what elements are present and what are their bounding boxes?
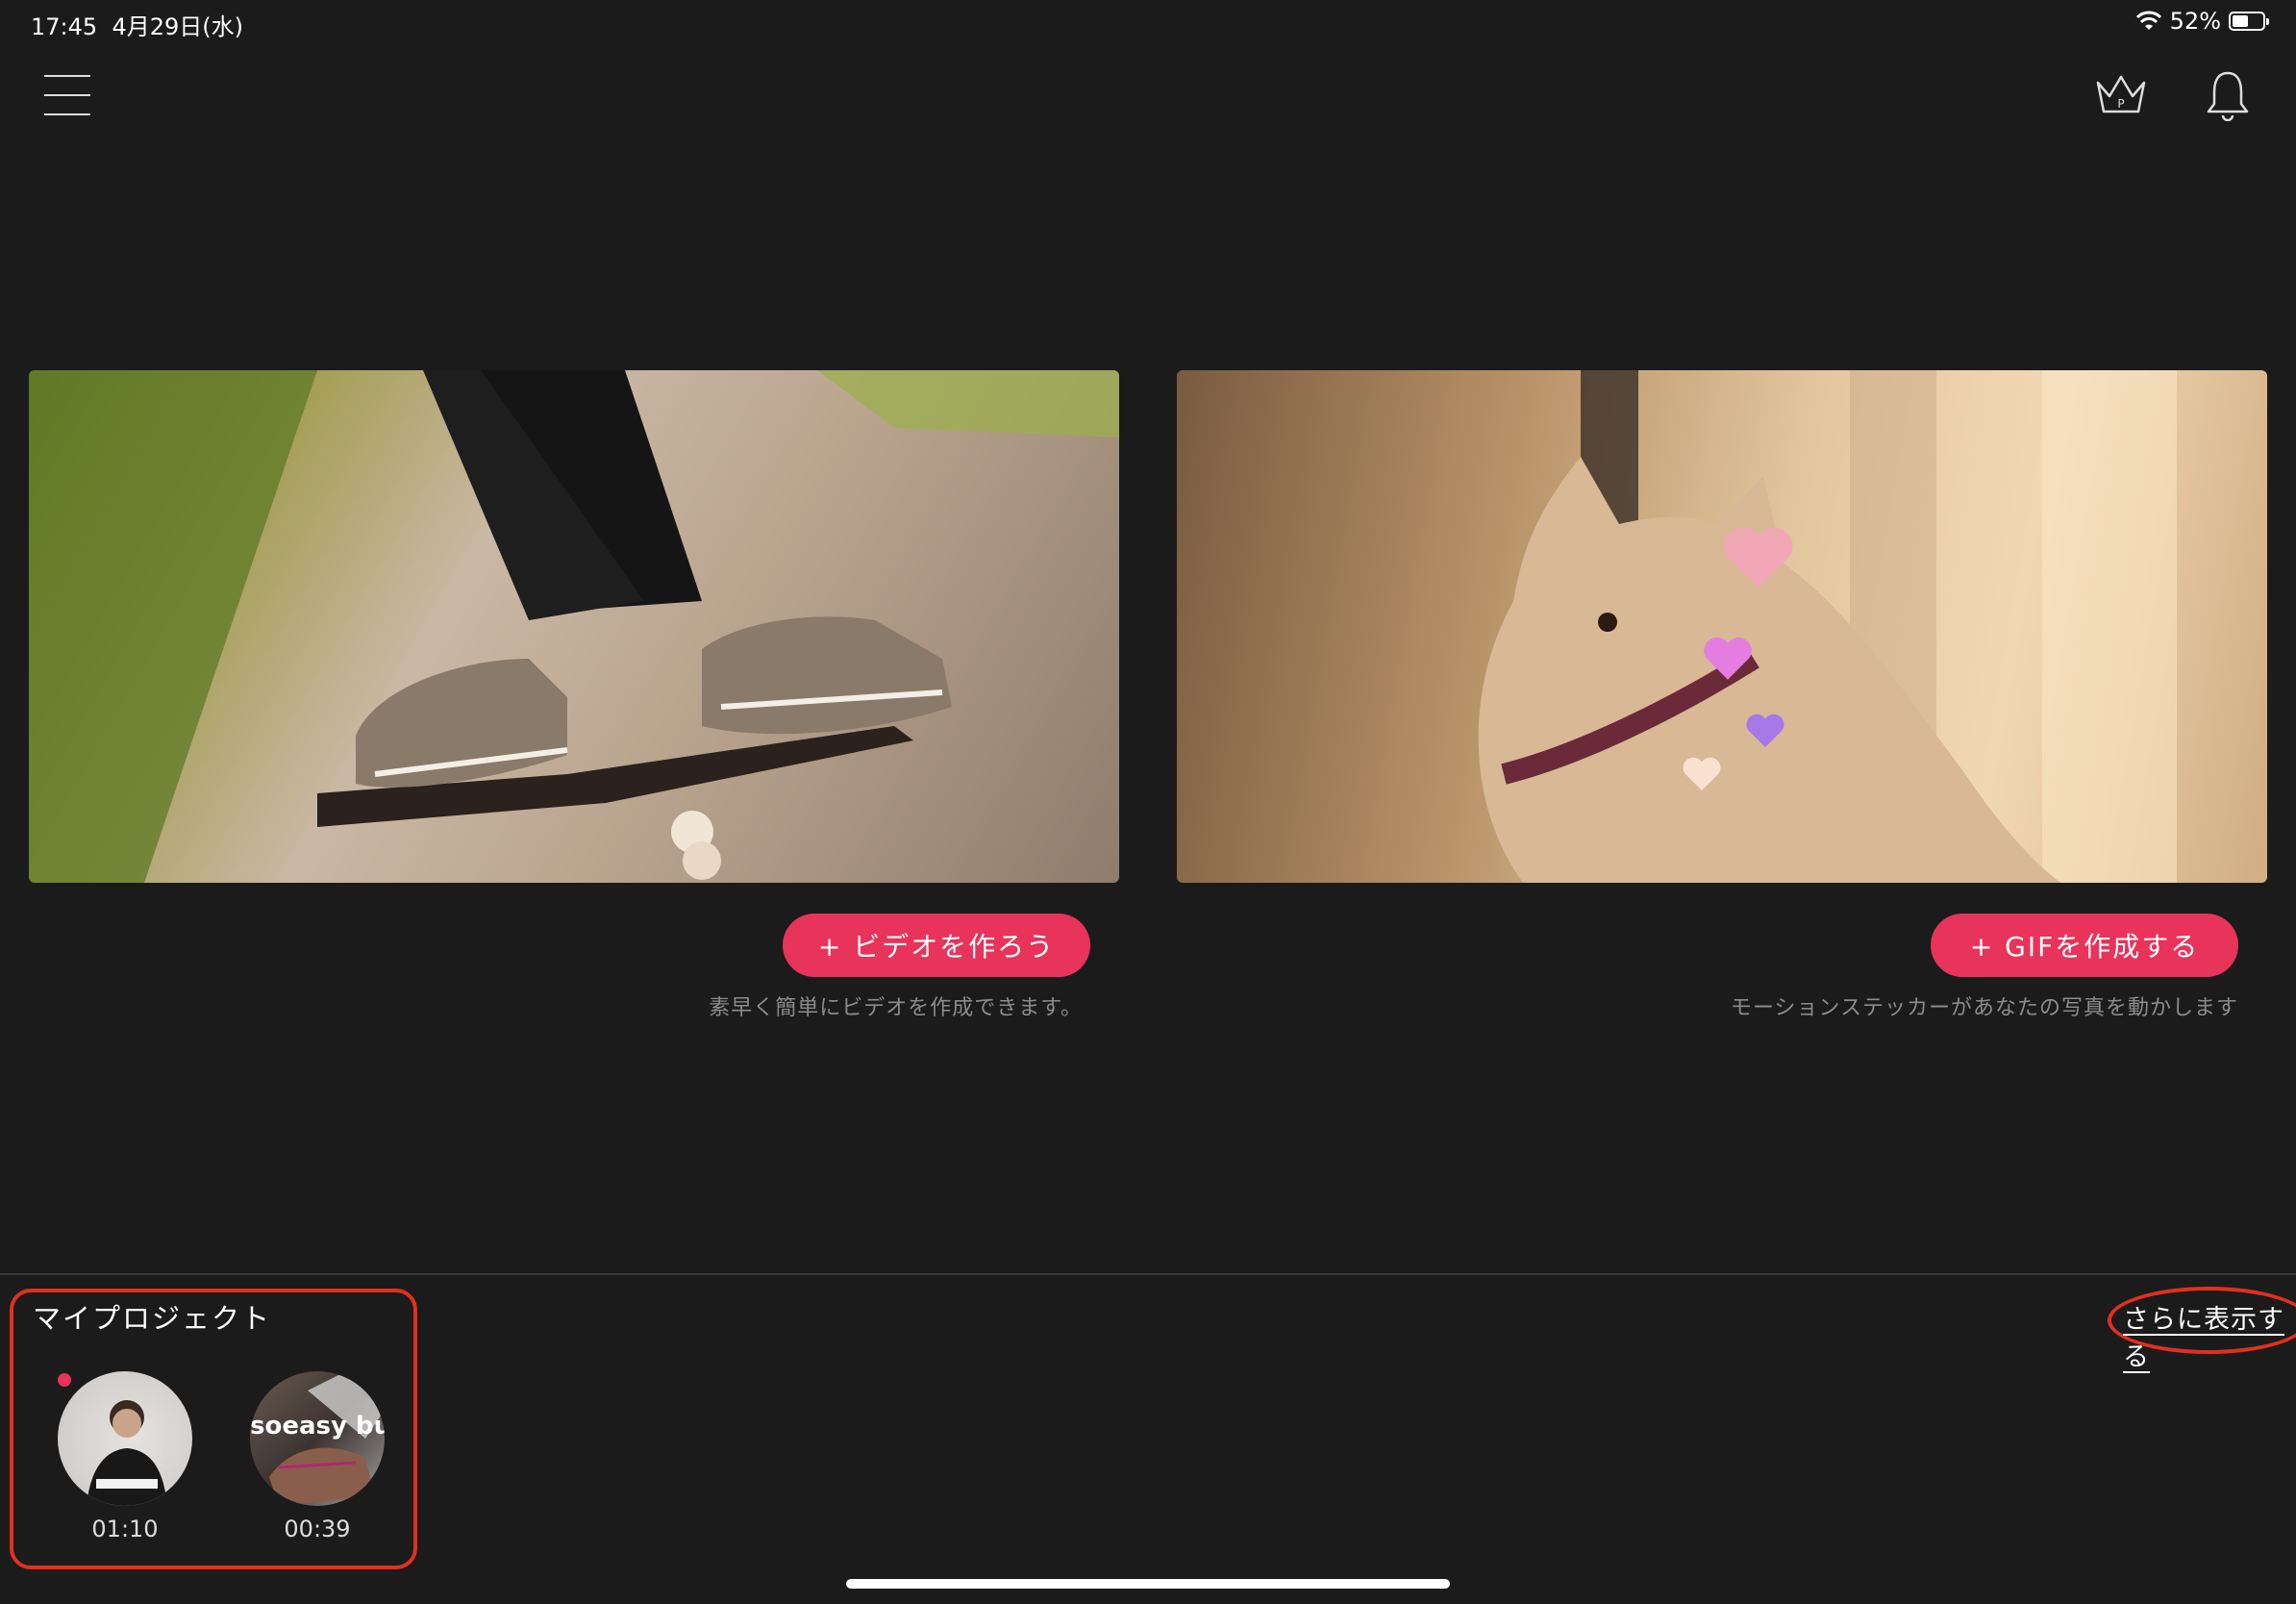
- cat-illustration: [1478, 370, 2177, 883]
- project-item[interactable]: soeasy bud 00:39: [250, 1371, 385, 1542]
- section-divider: [0, 1273, 2296, 1275]
- project-duration: 01:10: [91, 1516, 159, 1542]
- battery-percent: 52%: [2169, 8, 2221, 35]
- create-video-description: 素早く簡単にビデオを作成できます。: [709, 996, 1083, 1020]
- my-projects-title: マイプロジェクト: [33, 1302, 272, 1335]
- gif-preview-image[interactable]: [1177, 370, 2267, 883]
- create-gif-button[interactable]: + GIFを作成する: [1931, 914, 2238, 977]
- project-thumbnail[interactable]: [58, 1371, 192, 1506]
- status-indicators: 52%: [2135, 8, 2269, 35]
- crown-icon[interactable]: P: [2092, 67, 2150, 121]
- skateboard-illustration: [29, 370, 1119, 883]
- home-indicator[interactable]: [846, 1579, 1450, 1589]
- status-bar: 17:45 4月29日(水) 52%: [0, 0, 2296, 48]
- heart-sticker-icon: [1704, 638, 1752, 680]
- show-more-link[interactable]: さらに表示する: [2123, 1298, 2296, 1373]
- person-thumbnail-illustration: [87, 1400, 167, 1506]
- create-gif-description: モーションステッカーがあなたの写真を動かします: [1730, 996, 2238, 1020]
- project-duration: 00:39: [284, 1516, 351, 1542]
- project-thumbnail[interactable]: soeasy bud: [250, 1371, 385, 1506]
- create-video-button[interactable]: + ビデオを作ろう: [783, 914, 1090, 977]
- battery-icon: [2229, 12, 2269, 31]
- battery-level: [2233, 15, 2248, 27]
- project-item[interactable]: 01:10: [58, 1371, 192, 1542]
- heart-sticker-icon: [1683, 757, 1721, 791]
- heart-sticker-icon: [1724, 527, 1793, 588]
- hamburger-menu-icon[interactable]: [44, 75, 90, 115]
- project-thumbnail-caption: soeasy bud: [250, 1412, 385, 1441]
- video-preview-image[interactable]: [29, 370, 1119, 883]
- svg-text:P: P: [2117, 97, 2124, 111]
- bell-icon[interactable]: [2204, 67, 2252, 121]
- heart-sticker-icon: [1746, 714, 1784, 748]
- status-time: 17:45 4月29日(水): [31, 13, 243, 40]
- wifi-icon: [2135, 11, 2161, 30]
- status-date: 4月29日(水): [112, 13, 243, 40]
